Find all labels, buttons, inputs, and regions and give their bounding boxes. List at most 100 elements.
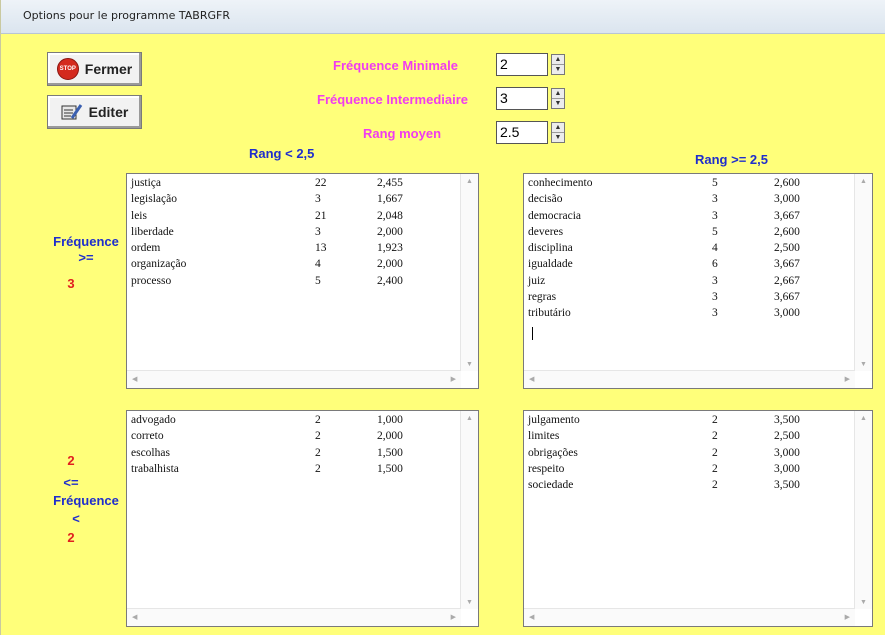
scroll-up-icon[interactable]: ▲: [860, 415, 867, 422]
list-item-count: 21: [315, 209, 327, 222]
scroll-right-icon[interactable]: ▶: [845, 613, 850, 621]
list-item-count: 2: [712, 479, 718, 492]
vertical-scrollbar[interactable]: ▲ ▼: [460, 411, 478, 609]
scroll-down-icon[interactable]: ▼: [860, 599, 867, 606]
list-item-rank: 3,667: [774, 209, 800, 222]
vertical-scrollbar[interactable]: ▲ ▼: [854, 174, 872, 371]
freq-min-spinner[interactable]: ▲ ▼: [551, 54, 565, 75]
list-item-word: correto: [131, 430, 164, 443]
list-item-rank: 2,600: [774, 225, 800, 238]
freq-min-label: Fréquence Minimale: [333, 58, 458, 73]
options-window: Options pour le programme TABRGFR STOP F…: [0, 0, 885, 635]
list-bottom-left[interactable]: advogado 2 1,000 correto 2 2,000 escolhas 2 1,50…: [126, 410, 479, 627]
close-button[interactable]: STOP Fermer: [47, 52, 142, 86]
list-item-word: obrigações: [528, 446, 578, 459]
list-top-right[interactable]: conhecimento 5 2,600 decisão 3 3,000 democraci…: [523, 173, 873, 389]
list-item-count: 5: [712, 177, 718, 189]
side-label-top-line1: Fréquence: [53, 234, 119, 249]
spin-down-icon[interactable]: ▼: [552, 99, 564, 108]
list-item-count: 2: [712, 462, 718, 475]
freq-inter-input[interactable]: 3: [496, 87, 548, 110]
list-item-word: decisão: [528, 193, 563, 206]
list-item-word: democracia: [528, 209, 581, 222]
scroll-up-icon[interactable]: ▲: [466, 415, 473, 422]
list-item-rank: 2,600: [774, 177, 800, 189]
text-cursor: [532, 327, 533, 340]
list-item-rank: 1,500: [377, 462, 403, 475]
list-item-count: 2: [315, 446, 321, 459]
spin-down-icon[interactable]: ▼: [552, 133, 564, 142]
vertical-scrollbar[interactable]: ▲ ▼: [460, 174, 478, 371]
list-item-word: deveres: [528, 225, 564, 238]
window-title: Options pour le programme TABRGFR: [23, 9, 230, 22]
list-item-count: 2: [712, 414, 718, 426]
list-item-word: julgamento: [528, 414, 580, 426]
list-item-word: leis: [131, 209, 147, 222]
scroll-left-icon[interactable]: ◀: [132, 375, 137, 383]
rang-moyen-spinner[interactable]: ▲ ▼: [551, 122, 565, 143]
side-label-bottom-line4: <: [72, 511, 80, 526]
list-item-count: 3: [712, 291, 718, 304]
scroll-down-icon[interactable]: ▼: [466, 361, 473, 368]
list-item-word: justiça: [131, 177, 162, 189]
scroll-left-icon[interactable]: ◀: [529, 613, 534, 621]
list-item-count: 5: [315, 274, 321, 287]
scroll-down-icon[interactable]: ▼: [466, 599, 473, 606]
side-label-bottom-line3: Fréquence: [53, 493, 119, 508]
freq-min-input[interactable]: 2: [496, 53, 548, 76]
close-button-label: Fermer: [84, 61, 133, 77]
scroll-down-icon[interactable]: ▼: [860, 361, 867, 368]
spin-up-icon[interactable]: ▲: [552, 55, 564, 65]
horizontal-scrollbar[interactable]: ◀ ▶: [127, 608, 461, 626]
header-rang-high: Rang >= 2,5: [695, 152, 768, 167]
list-item-rank: 3,000: [774, 307, 800, 320]
list-item-rank: 3,000: [774, 193, 800, 206]
scroll-left-icon[interactable]: ◀: [529, 375, 534, 383]
list-item-word: ordem: [131, 242, 161, 255]
list-item-rank: 2,000: [377, 225, 403, 238]
spin-down-icon[interactable]: ▼: [552, 65, 564, 74]
rang-moyen-value: 2.5: [500, 124, 520, 140]
scroll-right-icon[interactable]: ▶: [451, 613, 456, 621]
spin-up-icon[interactable]: ▲: [552, 89, 564, 99]
horizontal-scrollbar[interactable]: ◀ ▶: [524, 370, 855, 388]
list-item-count: 3: [712, 307, 718, 320]
rang-moyen-input[interactable]: 2.5: [496, 121, 548, 144]
list-item-word: conhecimento: [528, 177, 593, 189]
list-item-rank: 1,923: [377, 242, 403, 255]
list-item-count: 4: [712, 242, 718, 255]
freq-inter-label: Fréquence Intermediaire: [317, 92, 468, 107]
scroll-up-icon[interactable]: ▲: [860, 178, 867, 185]
header-rang-low: Rang < 2,5: [249, 146, 315, 161]
scroll-right-icon[interactable]: ▶: [451, 375, 456, 383]
horizontal-scrollbar[interactable]: ◀ ▶: [524, 608, 855, 626]
list-top-left[interactable]: justiça 22 2,455 legislação 3 1,667 leis 21 2,04…: [126, 173, 479, 389]
horizontal-scrollbar[interactable]: ◀ ▶: [127, 370, 461, 388]
rang-moyen-label: Rang moyen: [363, 126, 442, 141]
list-item-count: 13: [315, 242, 327, 255]
edit-button-label: Editer: [88, 104, 129, 120]
vertical-scrollbar[interactable]: ▲ ▼: [854, 411, 872, 609]
list-item-count: 5: [712, 225, 718, 238]
freq-inter-spinner[interactable]: ▲ ▼: [551, 88, 565, 109]
list-item-rank: 2,000: [377, 430, 403, 443]
list-item-word: regras: [528, 291, 557, 304]
list-bottom-right[interactable]: julgamento 2 3,500 limites 2 2,500 obrigações 2…: [523, 410, 873, 627]
list-item-rank: 3,000: [774, 462, 800, 475]
scroll-up-icon[interactable]: ▲: [466, 178, 473, 185]
spin-up-icon[interactable]: ▲: [552, 123, 564, 133]
list-item-word: respeito: [528, 462, 565, 475]
list-item-word: igualdade: [528, 258, 573, 271]
list-item-rank: 3,500: [774, 479, 800, 492]
list-item-word: liberdade: [131, 225, 174, 238]
side-label-top-line2: >=: [78, 250, 94, 265]
list-item-rank: 1,667: [377, 193, 403, 206]
scroll-right-icon[interactable]: ▶: [845, 375, 850, 383]
list-item-word: disciplina: [528, 242, 573, 255]
scroll-left-icon[interactable]: ◀: [132, 613, 137, 621]
freq-inter-value: 3: [500, 90, 508, 106]
stop-icon: STOP: [56, 58, 79, 80]
side-label-bottom-line5: 2: [67, 530, 75, 545]
edit-icon: [61, 103, 83, 121]
edit-button[interactable]: Editer: [47, 95, 142, 129]
